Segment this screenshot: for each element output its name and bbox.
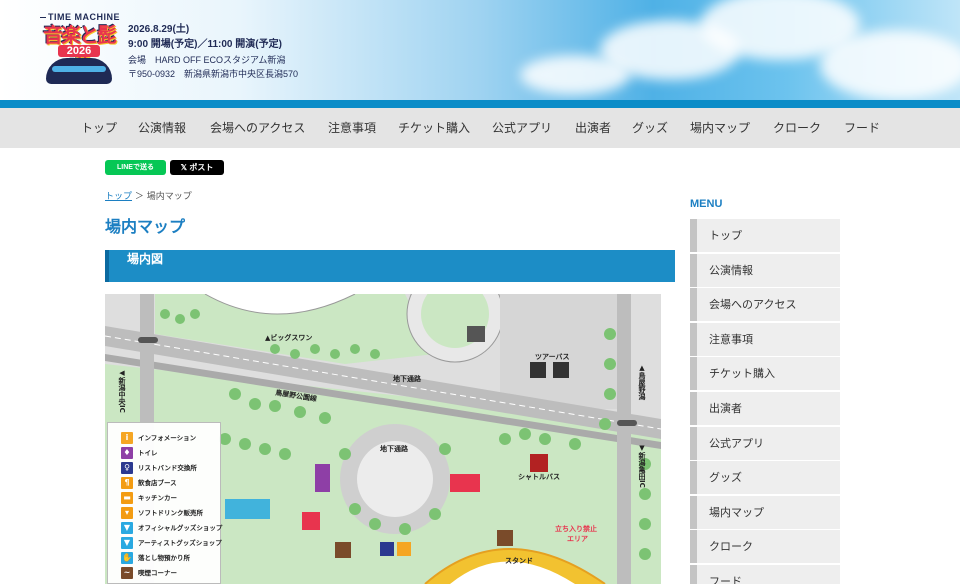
header-accent-bar (0, 100, 960, 108)
page-title: 場内マップ (105, 217, 186, 236)
legend-label: アーティストグッズショップ (138, 539, 222, 547)
info-icon: i (121, 432, 133, 444)
site-logo[interactable]: TIME MACHINE 音楽と髭達 2026 (38, 12, 120, 90)
sidebar-item-map[interactable]: 場内マップ (690, 495, 840, 529)
nav-item-top[interactable]: トップ (81, 108, 117, 148)
artist-goods-icon: ▼ (121, 537, 133, 549)
map-label-stand: スタンド (505, 557, 533, 565)
map-label-no-entry-area: エリア (567, 535, 588, 543)
global-nav: トップ 公演情報 会場へのアクセス 注意事項 チケット購入 公式アプリ 出演者 … (0, 108, 960, 148)
legend-label: ソフトドリンク販売所 (138, 509, 203, 517)
event-address: 〒950-0932 新潟県新潟市中央区長潟570 (128, 69, 299, 79)
sidebar-item-artists[interactable]: 出演者 (690, 391, 840, 425)
nav-item-goods[interactable]: グッズ (632, 108, 668, 148)
lost-found-icon: ✋ (121, 552, 133, 564)
kitchen-car-icon: ▬ (121, 492, 133, 504)
nav-item-cloak[interactable]: クローク (773, 108, 821, 148)
nav-item-notes[interactable]: 注意事項 (328, 108, 376, 148)
map-label-toyanogata: ▲鳥屋野潟 (638, 364, 646, 400)
event-info: 2026.8.29(土) 9:00 開場(予定)／11:00 開演(予定) 会場… (128, 23, 298, 81)
map-label-underpass-1: 地下通路 (393, 375, 421, 383)
event-venue: 会場 HARD OFF ECOスタジアム新潟 (128, 55, 286, 65)
map-label-tour-bus: ツアーバス (535, 353, 570, 361)
sidebar-item-access[interactable]: 会場へのアクセス (690, 288, 840, 322)
legend-label: 落とし物預かり所 (138, 554, 190, 562)
food-icon: ¶ (121, 477, 133, 489)
sidebar-item-tickets[interactable]: チケット購入 (690, 357, 840, 391)
legend-label: オフィシャルグッズショップ (138, 524, 223, 532)
sidebar-item-food[interactable]: フード (690, 564, 840, 584)
toilet-icon: ♦ (121, 447, 133, 459)
nav-item-food[interactable]: フード (844, 108, 880, 148)
event-time: 9:00 開場(予定)／11:00 開演(予定) (128, 39, 282, 50)
nav-item-artists[interactable]: 出演者 (575, 108, 611, 148)
nav-item-tickets[interactable]: チケット購入 (398, 108, 470, 148)
map-label-no-entry: 立ち入り禁止 (555, 525, 597, 533)
sidebar-item-goods[interactable]: グッズ (690, 461, 840, 495)
sidebar-item-cloak[interactable]: クローク (690, 530, 840, 564)
map-legend: i インフォメーション ♦ トイレ ♀ リストバンド交換所 ¶ 飲食店ブース ▬… (107, 422, 223, 584)
legend-label: キッチンカー (138, 494, 177, 502)
legend-label: トイレ (138, 449, 158, 457)
nav-item-performance-info[interactable]: 公演情報 (138, 108, 186, 148)
x-post-button[interactable]: 𝕏 ポスト (170, 160, 224, 175)
sidebar-menu: トップ 公演情報 会場へのアクセス 注意事項 チケット購入 出演者 公式アプリ … (690, 219, 840, 584)
breadcrumb-home-link[interactable]: トップ (105, 192, 132, 202)
drink-icon: ▾ (121, 507, 133, 519)
legend-label: インフォメーション (138, 434, 197, 442)
logo-year: 2026 (58, 45, 100, 57)
logo-stadium-graphic (46, 58, 112, 84)
legend-label: 飲食店ブース (138, 479, 177, 487)
smoking-icon: ~ (121, 567, 133, 579)
sidebar-item-app[interactable]: 公式アプリ (690, 426, 840, 460)
nav-item-access[interactable]: 会場へのアクセス (210, 108, 305, 148)
sidebar-item-top[interactable]: トップ (690, 219, 840, 252)
sidebar-item-notes[interactable]: 注意事項 (690, 322, 840, 356)
map-label-big-swan: ▲ビッグスワン (265, 334, 313, 342)
sidebar-item-performance-info[interactable]: 公演情報 (690, 253, 840, 287)
sidebar-heading: MENU (690, 198, 723, 210)
breadcrumb-separator: ＞ (134, 192, 144, 202)
nav-item-app[interactable]: 公式アプリ (492, 108, 552, 148)
section-title: 場内図 (127, 252, 164, 266)
breadcrumb: トップ ＞ 場内マップ (105, 189, 192, 202)
breadcrumb-current: 場内マップ (146, 192, 192, 202)
line-share-button[interactable]: LINEで送る (105, 160, 166, 175)
legend-label: リストバンド交換所 (138, 464, 197, 472)
site-header: TIME MACHINE 音楽と髭達 2026 2026.8.29(土) 9:0… (0, 0, 960, 100)
legend-label: 喫煙コーナー (138, 569, 177, 577)
event-date: 2026.8.29(土) (128, 24, 190, 35)
wristband-icon: ♀ (121, 462, 133, 474)
section-header: 場内図 (105, 250, 675, 282)
nav-item-map[interactable]: 場内マップ (690, 108, 750, 148)
venue-map[interactable]: ▲ビッグスワン 鳥屋野公園線 地下通路 地下通路 ツアーバス シャトルバス 立ち… (105, 294, 661, 584)
map-label-shuttle-bus: シャトルバス (518, 473, 560, 481)
official-goods-icon: ▼ (121, 522, 133, 534)
map-label-underpass-2: 地下通路 (380, 445, 408, 453)
map-label-niigata-kameda-ic: ▼新潟亀田IC (638, 444, 646, 488)
map-label-niigata-chuo-ic: ◀新潟中央IC (118, 369, 126, 413)
